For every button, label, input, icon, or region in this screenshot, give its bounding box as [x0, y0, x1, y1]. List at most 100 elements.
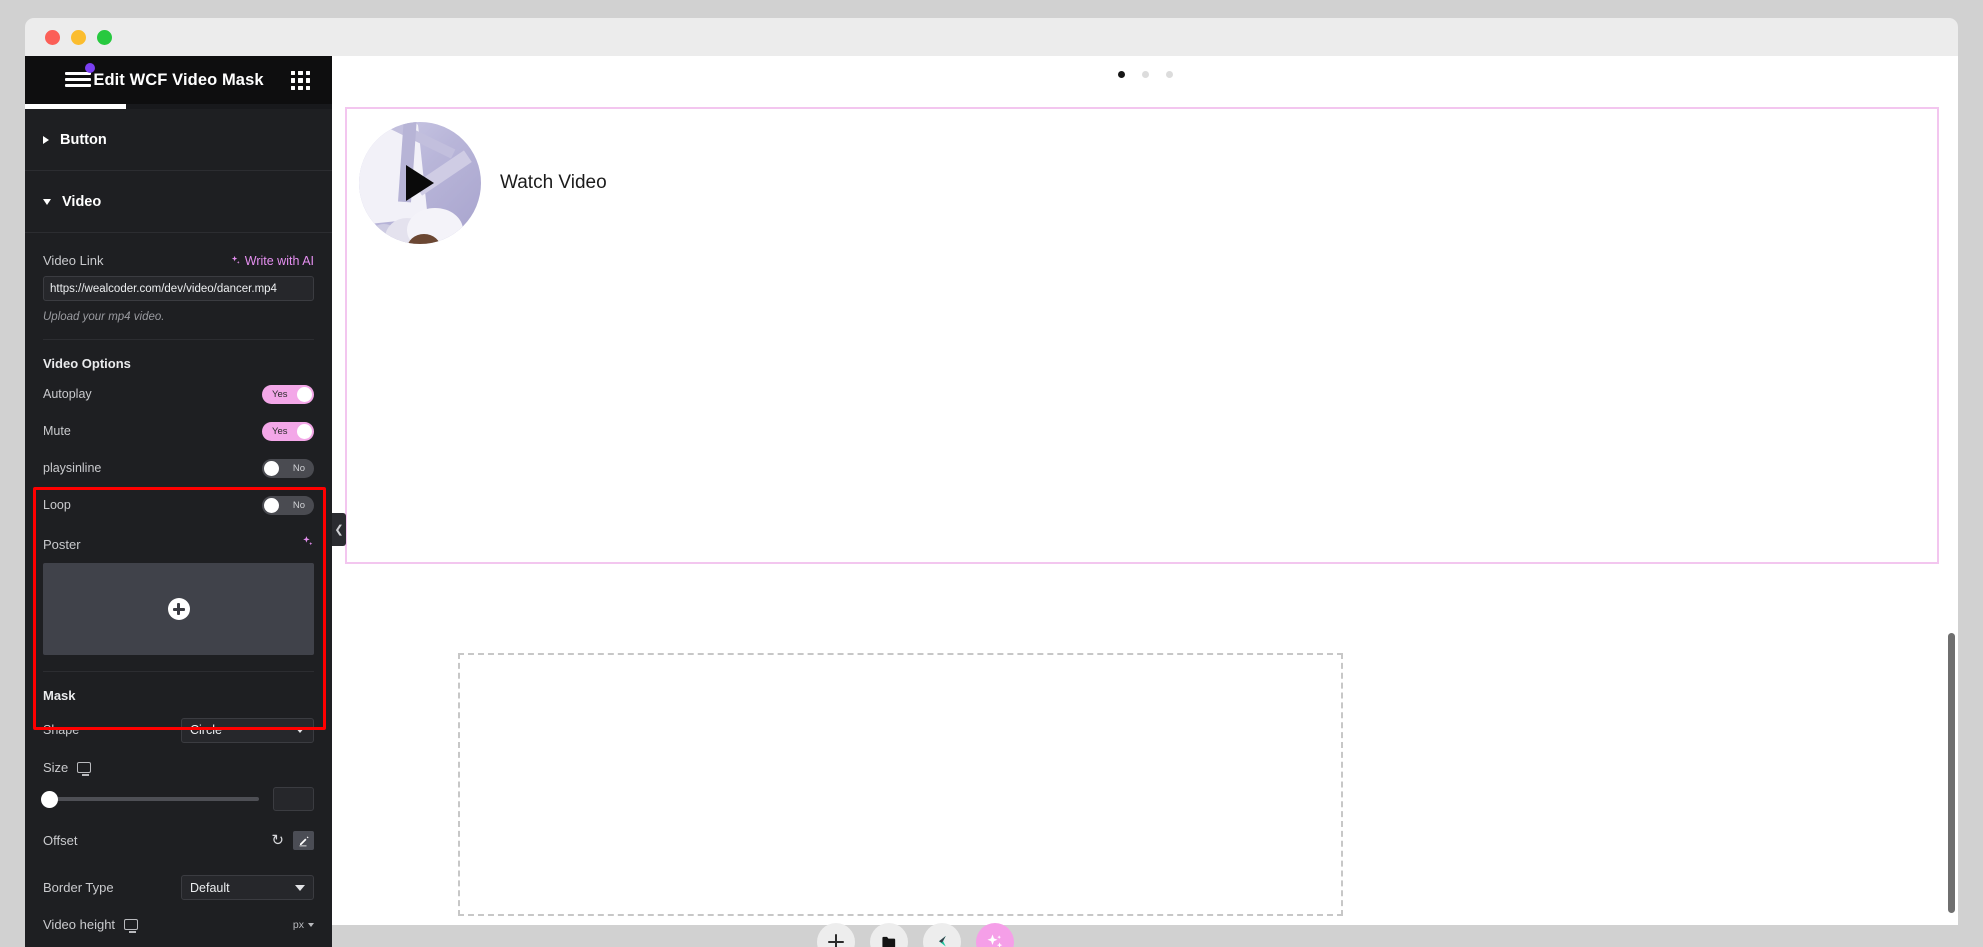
reset-icon[interactable]: ↻	[271, 833, 284, 848]
playsinline-toggle-value: No	[292, 462, 305, 474]
video-mask-widget[interactable]: Watch Video	[347, 109, 1937, 244]
loop-toggle[interactable]: No	[262, 495, 314, 515]
video-thumbnail[interactable]	[359, 122, 481, 244]
autoplay-toggle[interactable]: Yes	[262, 384, 314, 404]
mute-toggle[interactable]: Yes	[262, 421, 314, 441]
video-options-title: Video Options	[43, 356, 131, 371]
carousel-dot-3[interactable]	[1165, 71, 1173, 78]
poster-row: Poster	[43, 535, 314, 553]
video-height-unit-label: px	[292, 918, 304, 931]
poster-upload-dropzone[interactable]	[43, 563, 314, 655]
poster-ai-button[interactable]	[301, 535, 314, 553]
border-type-select[interactable]: Default	[181, 875, 314, 900]
shape-select-value: Circle	[190, 723, 222, 737]
offset-row: Offset ↻	[43, 831, 314, 850]
pencil-icon[interactable]	[293, 831, 314, 850]
playsinline-label: playsinline	[43, 461, 102, 475]
border-type-value: Default	[190, 880, 230, 895]
toggle-knob	[297, 423, 312, 439]
option-row-autoplay: Autoplay Yes	[43, 380, 314, 408]
sparkle-icon	[987, 934, 1003, 947]
folder-button[interactable]	[870, 923, 908, 947]
editor-canvas: Watch Video	[332, 56, 1958, 947]
minimize-button[interactable]	[71, 29, 86, 45]
toggle-knob	[297, 386, 312, 402]
video-link-row: Video Link Write with AI	[43, 253, 314, 268]
option-row-playsinline: playsinline No	[43, 454, 314, 482]
video-height-left: Video height	[43, 917, 139, 933]
folder-icon	[881, 936, 895, 947]
tab-indicator	[25, 104, 126, 109]
notification-dot	[85, 63, 95, 73]
play-icon[interactable]	[406, 165, 434, 201]
selected-widget-outline[interactable]: Watch Video	[345, 107, 1939, 564]
write-with-ai-label: Write with AI	[244, 253, 314, 268]
mute-label: Mute	[43, 424, 71, 438]
editor-sidebar: Edit WCF Video Mask Button Video Video L…	[25, 56, 332, 947]
video-height-unit-select[interactable]: px	[293, 919, 314, 931]
plus-icon	[167, 598, 190, 620]
chevron-down-icon	[295, 727, 305, 733]
sidebar-header: Edit WCF Video Mask	[25, 56, 332, 104]
poster-label: Poster	[43, 536, 81, 552]
hamburger-icon[interactable]	[65, 63, 95, 90]
carousel-dot-1[interactable]	[1117, 71, 1125, 78]
offset-controls: ↻	[271, 831, 314, 850]
autoplay-toggle-value: Yes	[272, 388, 288, 400]
section-video-label: Video	[62, 193, 102, 210]
divider	[43, 339, 314, 340]
video-link-input[interactable]	[43, 276, 314, 301]
video-settings-pane: Video Link Write with AI Upload your mp4…	[25, 253, 332, 933]
section-video[interactable]: Video	[25, 171, 332, 233]
video-link-hint: Upload your mp4 video.	[43, 311, 165, 323]
canvas-scrollbar[interactable]	[1948, 633, 1955, 913]
watch-video-label: Watch Video	[500, 172, 607, 193]
brand-button[interactable]	[923, 923, 961, 947]
shape-select[interactable]: Circle	[181, 717, 314, 743]
option-row-mute: Mute Yes	[43, 417, 314, 445]
chevron-right-icon	[43, 135, 49, 144]
maximize-button[interactable]	[97, 29, 112, 45]
monitor-icon[interactable]	[77, 762, 92, 776]
ai-assist-button[interactable]	[976, 923, 1014, 947]
video-height-label: Video height	[43, 917, 116, 932]
canvas-bottom-strip	[332, 925, 1958, 947]
carousel-dot-2[interactable]	[1141, 71, 1149, 78]
size-label: Size	[43, 760, 69, 775]
floating-toolbar	[817, 923, 1014, 947]
chevron-down-icon	[295, 884, 305, 891]
chevron-down-icon	[43, 198, 51, 205]
mute-toggle-value: Yes	[272, 425, 288, 437]
border-type-label: Border Type	[43, 880, 114, 895]
size-slider-row	[41, 787, 314, 811]
size-value-input[interactable]	[273, 787, 314, 811]
video-link-label: Video Link	[43, 253, 104, 268]
shape-label: Shape	[43, 723, 80, 737]
chevron-down-icon	[308, 922, 314, 927]
monitor-icon[interactable]	[124, 919, 139, 933]
write-with-ai-button[interactable]: Write with AI	[230, 254, 314, 268]
slider-thumb[interactable]	[41, 790, 58, 808]
divider	[43, 671, 314, 672]
sidebar-collapse-handle[interactable]: ❮	[332, 513, 346, 546]
grid-icon[interactable]	[291, 71, 310, 90]
loop-toggle-value: No	[292, 499, 305, 511]
tab-strip	[25, 104, 332, 109]
toggle-knob	[264, 460, 279, 476]
brand-icon	[939, 936, 946, 947]
section-dropzone[interactable]	[458, 653, 1343, 916]
window-titlebar	[25, 18, 1958, 56]
close-button[interactable]	[45, 29, 60, 45]
section-button[interactable]: Button	[25, 109, 332, 171]
border-type-row: Border Type Default	[43, 875, 314, 900]
option-row-loop: Loop No	[43, 491, 314, 519]
loop-label: Loop	[43, 498, 71, 512]
mask-title: Mask	[43, 688, 76, 703]
add-element-button[interactable]	[817, 923, 855, 947]
video-height-row: Video height px	[43, 917, 314, 933]
section-button-label: Button	[60, 131, 107, 148]
playsinline-toggle[interactable]: No	[262, 458, 314, 478]
plus-icon	[828, 934, 844, 947]
size-slider[interactable]	[41, 790, 259, 808]
toggle-knob	[264, 497, 279, 513]
